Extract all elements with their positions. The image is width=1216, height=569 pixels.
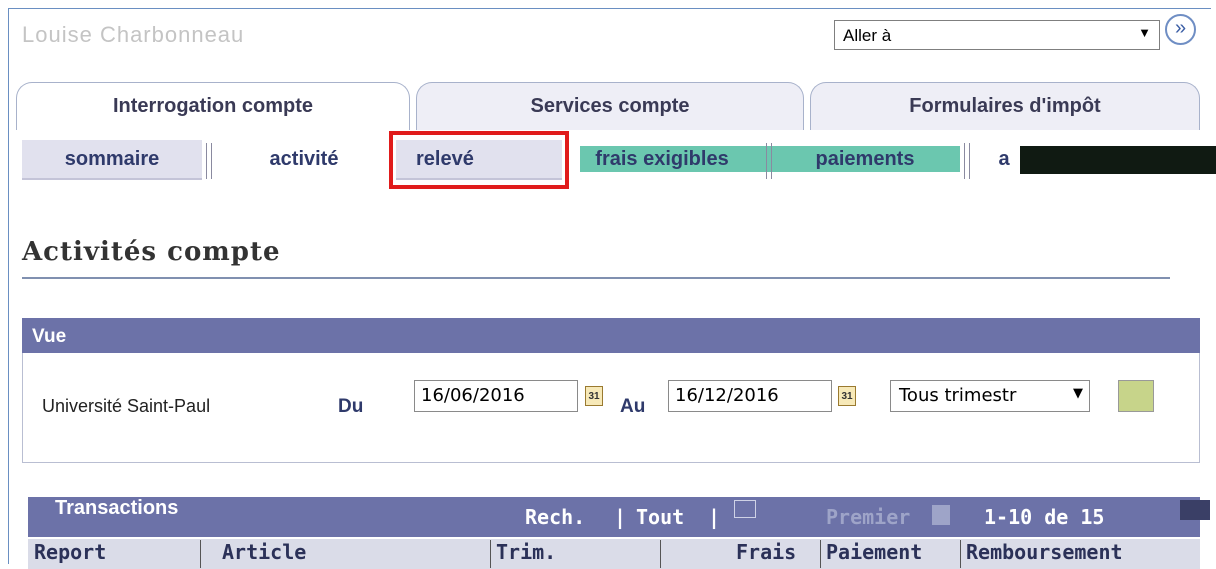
page-range: 1-10 de 15 [984,505,1105,529]
tab-label: Interrogation compte [112,95,313,117]
from-date-input[interactable]: 16/06/2016 [414,380,578,412]
column-header[interactable]: Paiement [826,540,922,564]
column-header[interactable]: Trim. [496,540,556,564]
column-header[interactable]: Frais [736,540,796,564]
view-panel-header: Vue [22,318,1200,353]
first-link[interactable]: Premier [826,505,910,529]
column-separator [960,540,961,568]
column-separator [200,540,201,568]
popout-icon[interactable] [734,500,756,518]
tab-interrogation-compte[interactable]: Interrogation compte [16,82,410,130]
transactions-title: Transactions [55,497,179,519]
to-label: Au [620,396,646,417]
goto-select[interactable]: Aller à ▼ [834,20,1160,50]
page-title: Activités compte [22,237,281,267]
tab-formulaires-impot[interactable]: Formulaires d'impôt [810,82,1200,130]
link-separator: | [614,505,627,529]
tab-services-compte[interactable]: Services compte [416,82,804,130]
column-separator [820,540,821,568]
tab-label: Formulaires d'impôt [909,95,1101,117]
tab-label: Services compte [530,95,690,117]
from-label: Du [338,396,364,417]
subtab-sommaire[interactable]: sommaire [22,140,202,180]
link-separator: | [708,505,721,529]
subtab-separator [206,143,212,179]
search-link[interactable]: Rech. [525,505,585,529]
goto-select-value: Aller à [843,26,892,45]
dropdown-arrow-icon: ▼ [1073,386,1083,401]
title-divider [22,277,1170,279]
calendar-icon[interactable]: 31 [585,386,603,406]
subtab-more[interactable]: a [992,140,1016,180]
subtab-separator [964,143,970,179]
subtab-label: a [998,148,1010,170]
view-header-label: Vue [32,326,67,347]
column-header[interactable]: Report [34,540,106,564]
subtab-label: paiements [815,148,915,170]
column-separator [490,540,491,568]
dropdown-arrow-icon: ▼ [1138,25,1151,40]
term-select[interactable]: Tous trimestr ▼ [890,380,1090,412]
subtab-separator [766,143,772,179]
to-date-input[interactable]: 16/12/2016 [668,380,832,412]
term-select-value: Tous trimestr [899,385,1017,406]
highlight-box [389,131,569,189]
column-header[interactable]: Remboursement [966,540,1123,564]
subtab-label: activité [269,148,339,170]
previous-arrow-icon[interactable] [932,505,950,525]
calendar-icon[interactable]: 31 [838,386,856,406]
subtab-activite[interactable]: activité [214,140,394,180]
column-header[interactable]: Article [222,540,306,564]
view-all-link[interactable]: Tout [636,505,684,529]
dark-artifact [1020,146,1216,174]
subtab-frais-exigibles[interactable]: frais exigibles [580,140,744,180]
column-separator [660,540,661,568]
subtab-label: sommaire [64,148,160,170]
subtab-label: frais exigibles [595,148,729,170]
dark-artifact [1180,500,1210,520]
refresh-icon[interactable] [1118,380,1154,412]
go-button[interactable]: » [1165,14,1196,45]
user-name: Louise Charbonneau [22,22,245,47]
subtab-paiements[interactable]: paiements [790,140,940,180]
institution-label: Université Saint-Paul [42,396,211,416]
